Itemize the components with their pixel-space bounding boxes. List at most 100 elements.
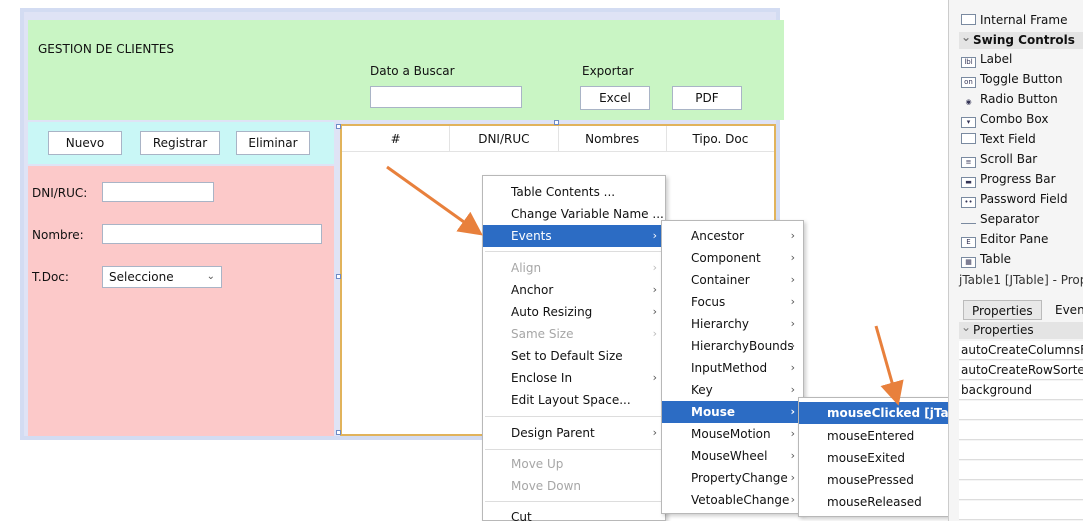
palette-panel: Internal Frame Swing Controls lblLabel o… <box>948 0 1083 521</box>
menu-item-design-parent[interactable]: Design Parent › <box>483 422 665 444</box>
palette-item-progress-bar[interactable]: ▬ Progress Bar <box>961 169 1056 189</box>
menu-item-mouse-wheel[interactable]: MouseWheel › <box>662 445 803 467</box>
property-row[interactable]: background <box>959 381 1083 400</box>
menu-item-component[interactable]: Component › <box>662 247 803 269</box>
menu-item-enclose-in[interactable]: Enclose In › <box>483 367 665 389</box>
properties-section-header[interactable]: Properties <box>959 319 1083 339</box>
menu-item-move-up[interactable]: Move Up <box>483 453 665 475</box>
tdoc-combo[interactable]: Seleccione ⌄ <box>102 266 222 288</box>
chevron-right-icon: › <box>652 426 657 439</box>
menu-item-align[interactable]: Align › <box>483 257 665 279</box>
dni-label: DNI/RUC: <box>32 186 88 200</box>
menu-item-vetoable-change[interactable]: VetoableChange › <box>662 489 803 511</box>
palette-item-scroll-bar[interactable]: ≡ Scroll Bar <box>961 149 1037 169</box>
property-row[interactable] <box>959 501 1083 520</box>
chevron-right-icon: › <box>790 317 795 330</box>
menu-item-change-variable-name[interactable]: Change Variable Name ... <box>483 203 665 225</box>
property-row[interactable] <box>959 481 1083 500</box>
menu-item-table-contents[interactable]: Table Contents ... <box>483 181 665 203</box>
property-row[interactable] <box>959 441 1083 460</box>
menu-item-anchor[interactable]: Anchor › <box>483 279 665 301</box>
menu-item-same-size[interactable]: Same Size › <box>483 323 665 345</box>
tab-properties[interactable]: Properties <box>963 300 1042 320</box>
table-column-header[interactable]: Tipo. Doc <box>667 126 774 151</box>
scroll-bar-icon: ≡ <box>961 157 976 168</box>
menu-item-hierarchy-bounds[interactable]: HierarchyBounds › <box>662 335 803 357</box>
menu-item-mouse-motion[interactable]: MouseMotion › <box>662 423 803 445</box>
menu-item-input-method[interactable]: InputMethod › <box>662 357 803 379</box>
palette-item-password-field[interactable]: •• Password Field <box>961 189 1068 209</box>
chevron-right-icon: › <box>652 327 657 340</box>
palette-item-toggle-button[interactable]: on Toggle Button <box>961 69 1063 89</box>
property-row[interactable] <box>959 401 1083 420</box>
menu-item-key[interactable]: Key › <box>662 379 803 401</box>
tdoc-combo-value: Seleccione <box>109 270 174 284</box>
palette-item-editor-pane[interactable]: E Editor Pane <box>961 229 1048 249</box>
header-panel[interactable]: GESTION DE CLIENTES Dato a Buscar Export… <box>28 20 784 120</box>
palette-item-separator[interactable]: Separator <box>961 209 1039 229</box>
palette-item-internal-frame[interactable]: Internal Frame <box>961 10 1067 30</box>
excel-button[interactable]: Excel <box>580 86 650 110</box>
menu-item-auto-resizing[interactable]: Auto Resizing › <box>483 301 665 323</box>
tab-events[interactable]: Events <box>1047 300 1083 320</box>
chevron-right-icon: › <box>790 295 795 308</box>
resize-handle[interactable] <box>336 430 341 435</box>
inspector-tabs: Properties Events <box>959 300 1083 322</box>
resize-handle[interactable] <box>336 274 341 279</box>
palette-group-swing-controls[interactable]: Swing Controls <box>959 29 1083 49</box>
new-button[interactable]: Nuevo <box>48 131 122 155</box>
buttons-panel: Nuevo Registrar Eliminar <box>28 122 334 164</box>
menu-separator <box>485 416 663 417</box>
chevron-right-icon: › <box>790 383 795 396</box>
dni-field[interactable] <box>102 182 214 202</box>
separator-icon <box>961 213 976 224</box>
register-button[interactable]: Registrar <box>140 131 220 155</box>
radio-button-icon: ◉ <box>965 98 972 106</box>
resize-handle[interactable] <box>554 120 559 125</box>
menu-item-set-default-size[interactable]: Set to Default Size <box>483 345 665 367</box>
inspector-title: jTable1 [JTable] - Prop <box>959 273 1083 287</box>
property-row[interactable]: autoCreateColumnsFro <box>959 341 1083 360</box>
chevron-right-icon: › <box>790 449 795 462</box>
search-label: Dato a Buscar <box>370 64 455 78</box>
chevron-right-icon: › <box>790 273 795 286</box>
menu-item-events[interactable]: Events › <box>483 225 665 247</box>
menu-item-mouse[interactable]: Mouse › <box>662 401 803 423</box>
palette-item-label[interactable]: lbl Label <box>961 49 1012 69</box>
property-row[interactable] <box>959 421 1083 440</box>
menu-separator <box>485 449 663 450</box>
property-row[interactable] <box>959 461 1083 480</box>
chevron-right-icon: › <box>790 339 795 352</box>
menu-item-move-down[interactable]: Move Down <box>483 475 665 497</box>
palette-item-combo-box[interactable]: ▾ Combo Box <box>961 109 1049 129</box>
table-column-header[interactable]: Nombres <box>559 126 667 151</box>
menu-item-focus[interactable]: Focus › <box>662 291 803 313</box>
pdf-button[interactable]: PDF <box>672 86 742 110</box>
table-column-header[interactable]: DNI/RUC <box>450 126 559 151</box>
resize-handle[interactable] <box>336 124 341 129</box>
table-column-header[interactable]: # <box>342 126 451 151</box>
palette-item-radio-button[interactable]: ◉ Radio Button <box>961 89 1057 109</box>
name-label: Nombre: <box>32 228 84 242</box>
toggle-button-icon: on <box>961 77 976 88</box>
chevron-right-icon: › <box>652 283 657 296</box>
property-row[interactable]: autoCreateRowSorter <box>959 361 1083 380</box>
name-field[interactable] <box>102 224 322 244</box>
palette-item-text-field[interactable]: Text Field <box>961 129 1036 149</box>
chevron-right-icon: › <box>790 405 795 418</box>
menu-item-ancestor[interactable]: Ancestor › <box>662 225 803 247</box>
editor-pane-icon: E <box>961 237 976 248</box>
menu-item-cut[interactable]: Cut <box>483 506 665 521</box>
menu-item-hierarchy[interactable]: Hierarchy › <box>662 313 803 335</box>
delete-button[interactable]: Eliminar <box>236 131 310 155</box>
chevron-right-icon: › <box>652 229 657 242</box>
search-input[interactable] <box>370 86 522 108</box>
context-menu: Table Contents ... Change Variable Name … <box>482 175 666 521</box>
menu-item-property-change[interactable]: PropertyChange › <box>662 467 803 489</box>
tdoc-label: T.Doc: <box>32 270 69 284</box>
menu-item-container[interactable]: Container › <box>662 269 803 291</box>
menu-item-edit-layout-space[interactable]: Edit Layout Space... <box>483 389 665 411</box>
palette-item-table[interactable]: ▦ Table <box>961 249 1011 269</box>
form-title: GESTION DE CLIENTES <box>38 42 174 56</box>
events-submenu: Ancestor › Component › Container › Focus › H… <box>661 220 804 514</box>
